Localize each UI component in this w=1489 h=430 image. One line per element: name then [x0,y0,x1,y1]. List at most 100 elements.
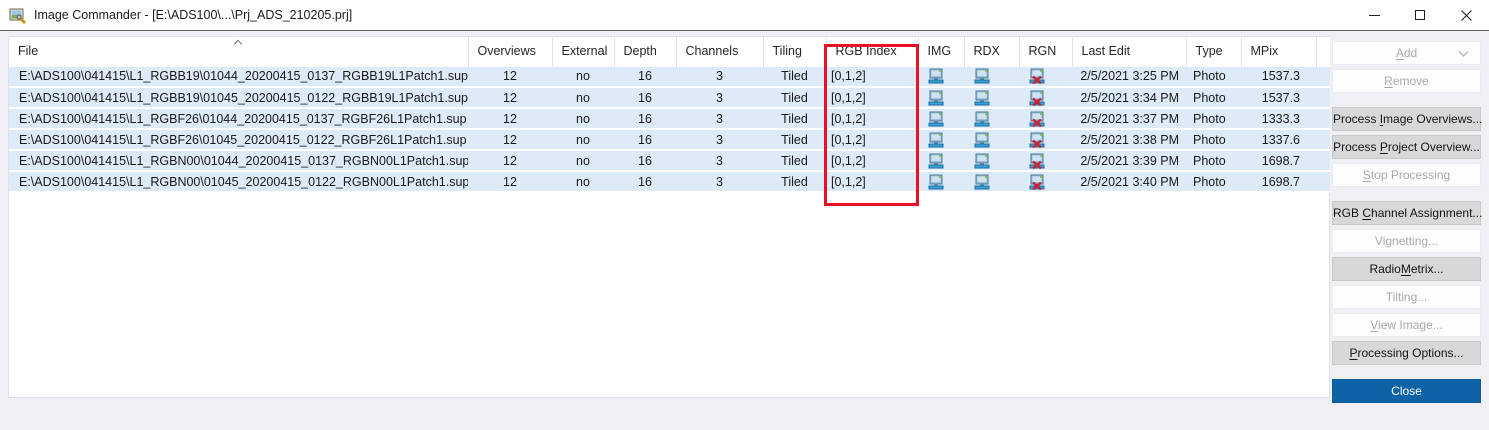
vignetting-button[interactable]: Vignetting... [1332,229,1481,253]
minimize-button[interactable] [1351,0,1397,30]
cell-text-channels: 3 [716,175,723,189]
maximize-icon [1415,10,1425,20]
cell-spacer [1316,108,1331,129]
column-header-label: Tiling [773,44,802,58]
cell-external: no [552,108,614,129]
column-header-rdx[interactable]: RDX [964,37,1019,66]
column-header-img[interactable]: IMG [918,37,964,66]
computer-icon[interactable] [974,90,990,106]
maximize-button[interactable] [1397,0,1443,30]
computer-icon[interactable] [928,132,944,148]
column-header-external[interactable]: External [552,37,614,66]
table-row[interactable]: E:\ADS100\041415\L1_RGBN00\01045_2020041… [9,171,1331,192]
table-row[interactable]: E:\ADS100\041415\L1_RGBB19\01044_2020041… [9,66,1331,87]
cell-img [918,87,964,108]
side-button-panel: Add Remove Process Image Overviews... Proce… [1330,31,1489,430]
cell-file: E:\ADS100\041415\L1_RGBN00\01045_2020041… [9,171,468,192]
computer-icon[interactable] [928,111,944,127]
computer-icon[interactable] [974,132,990,148]
column-header-mpix[interactable]: MPix [1241,37,1316,66]
computer-x-icon[interactable] [1029,90,1045,106]
add-button[interactable]: Add [1332,41,1481,65]
column-header-channels[interactable]: Channels [676,37,763,66]
button-label-pre: Tilting... [1386,290,1428,304]
button-label-mn: R [1384,74,1393,88]
cell-channels: 3 [676,108,763,129]
cell-spacer [1316,87,1331,108]
cell-text-rgb_index: [0,1,2] [831,112,866,126]
cell-type: Photo [1186,150,1241,171]
column-header-spacer[interactable] [1316,37,1331,66]
cell-spacer [1316,171,1331,192]
button-label-mn: S [1363,168,1371,182]
cell-text-last_edit: 2/5/2021 3:37 PM [1080,112,1179,126]
computer-icon[interactable] [928,153,944,169]
cell-text-tiling: Tiled [781,175,808,189]
cell-rgb_index: [0,1,2] [826,150,918,171]
button-label-post: dd [1404,46,1417,60]
computer-icon[interactable] [928,174,944,190]
cell-text-rgb_index: [0,1,2] [831,133,866,147]
process-image-overviews-button[interactable]: Process Image Overviews... [1332,107,1481,131]
cell-text-last_edit: 2/5/2021 3:34 PM [1080,91,1179,105]
cell-depth: 16 [614,129,676,150]
cell-channels: 3 [676,171,763,192]
cell-rdx [964,150,1019,171]
cell-text-type: Photo [1193,175,1226,189]
column-header-overviews[interactable]: Overviews [468,37,552,66]
cell-text-mpix: 1337.6 [1262,133,1300,147]
cell-mpix: 1698.7 [1241,150,1316,171]
computer-icon[interactable] [974,111,990,127]
column-header-type[interactable]: Type [1186,37,1241,66]
computer-x-icon[interactable] [1029,111,1045,127]
cell-rdx [964,66,1019,87]
column-header-rgn[interactable]: RGN [1019,37,1072,66]
computer-x-icon[interactable] [1029,174,1045,190]
close-button[interactable]: Close [1332,379,1481,403]
computer-icon[interactable] [974,68,990,84]
cell-text-file: E:\ADS100\041415\L1_RGBF26\01044_2020041… [19,112,467,126]
cell-text-overviews: 12 [503,91,517,105]
cell-text-tiling: Tiled [781,91,808,105]
cell-text-file: E:\ADS100\041415\L1_RGBB19\01044_2020041… [19,69,468,83]
computer-icon[interactable] [928,90,944,106]
processing-options-button[interactable]: Processing Options... [1332,341,1481,365]
cell-tiling: Tiled [763,171,826,192]
radiometrix-button[interactable]: RadioMetrix... [1332,257,1481,281]
column-header-last_edit[interactable]: Last Edit [1072,37,1186,66]
window-controls [1351,0,1489,30]
button-label-post: rocessing Options... [1357,346,1463,360]
computer-x-icon[interactable] [1029,153,1045,169]
computer-icon[interactable] [974,153,990,169]
table-row[interactable]: E:\ADS100\041415\L1_RGBN00\01044_2020041… [9,150,1331,171]
computer-x-icon[interactable] [1029,132,1045,148]
computer-icon[interactable] [928,68,944,84]
cell-external: no [552,150,614,171]
cell-text-depth: 16 [638,69,652,83]
view-image-button[interactable]: View Image... [1332,313,1481,337]
rgb-channel-assignment-button[interactable]: RGB Channel Assignment... [1332,201,1481,225]
cell-last_edit: 2/5/2021 3:34 PM [1072,87,1186,108]
button-label-post: roject Overview... [1388,140,1480,154]
close-window-button[interactable] [1443,0,1489,30]
table-row[interactable]: E:\ADS100\041415\L1_RGBB19\01045_2020041… [9,87,1331,108]
process-project-overview-button[interactable]: Process Project Overview... [1332,135,1481,159]
column-header-tiling[interactable]: Tiling [763,37,826,66]
column-header-depth[interactable]: Depth [614,37,676,66]
cell-last_edit: 2/5/2021 3:38 PM [1072,129,1186,150]
cell-last_edit: 2/5/2021 3:39 PM [1072,150,1186,171]
tilting-button[interactable]: Tilting... [1332,285,1481,309]
button-label-post: top Processing [1371,168,1450,182]
column-header-label: Depth [624,44,657,58]
column-header-rgb_index[interactable]: RGB Index [826,37,918,66]
column-header-file[interactable]: File [9,37,468,66]
remove-button[interactable]: Remove [1332,69,1481,93]
sort-ascending-icon [234,40,242,48]
computer-icon[interactable] [974,174,990,190]
button-label-mn: C [1362,206,1371,220]
computer-x-icon[interactable] [1029,68,1045,84]
table-row[interactable]: E:\ADS100\041415\L1_RGBF26\01044_2020041… [9,108,1331,129]
stop-processing-button[interactable]: Stop Processing [1332,163,1481,187]
app-icon [9,7,26,24]
table-row[interactable]: E:\ADS100\041415\L1_RGBF26\01045_2020041… [9,129,1331,150]
